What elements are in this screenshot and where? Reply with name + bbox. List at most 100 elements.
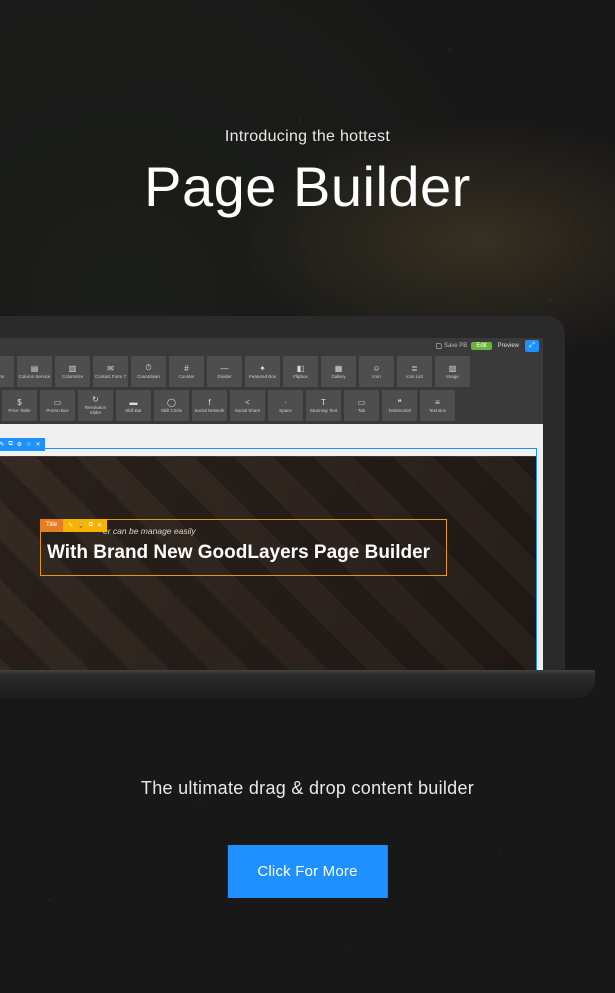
element-label: Stunning Text — [309, 409, 338, 414]
element-space[interactable]: · Space — [268, 390, 303, 421]
subheading: The ultimate drag & drop content builder — [0, 778, 615, 799]
tab-icon: ▭ — [357, 398, 366, 407]
skill-bar-icon: ▬ — [129, 398, 138, 407]
element-label: Gallery — [330, 375, 346, 380]
element-label: Social Network — [193, 409, 225, 414]
element-label: Icon — [371, 375, 382, 380]
element-featured-box[interactable]: ✦Featured Box — [245, 356, 280, 387]
canvas-area: 3/5 ✎ ⧉ ⚙ ☆ ✕ Title ✎ — [0, 424, 543, 674]
expand-icon: ⤢ — [529, 342, 535, 350]
hero-subtitle: Introducing the hottest — [0, 128, 615, 146]
element-label: Icon List — [405, 375, 424, 380]
element-label: Price Table — [7, 409, 31, 414]
element-skill-bar[interactable]: ▬ Skill Bar — [116, 390, 151, 421]
title-tag-actions[interactable]: ✎ 🔒 ⧉ ✕ — [63, 519, 107, 532]
expand-button[interactable]: ⤢ — [525, 340, 539, 352]
element-social-network[interactable]: f Social Network — [192, 390, 227, 421]
social-network-icon: f — [205, 398, 214, 407]
text-box-icon: ≡ — [433, 398, 442, 407]
element-skill-circle[interactable]: ◯Skill Circle — [154, 390, 189, 421]
element-label: Skill Circle — [160, 409, 183, 414]
section-tag-actions[interactable]: ✎ ⧉ ⚙ ☆ ✕ — [0, 438, 45, 451]
element-price-table[interactable]: $Price Table — [2, 390, 37, 421]
close-icon: ✕ — [35, 441, 40, 448]
copy-icon: ⧉ — [8, 441, 12, 448]
element-label: Divider — [216, 375, 232, 380]
settings-icon: ⚙ — [17, 441, 22, 448]
element-icon[interactable]: ☺ Icon — [359, 356, 394, 387]
testimonial-icon: ❝ — [395, 398, 404, 407]
divider-icon: — — [220, 364, 229, 373]
image-icon: ▧ — [448, 364, 457, 373]
element-label: Flipbox — [292, 375, 309, 380]
save-pb-button[interactable]: Save PB — [436, 343, 467, 349]
title-supertext: er can be manage easily — [103, 526, 440, 536]
element-flipbox[interactable]: ◧ Flipbox — [283, 356, 318, 387]
builder-top-toolbar: Save PB Edit Preview ⤢ — [0, 338, 543, 353]
laptop-mockup: Save PB Edit Preview ⤢ □ Column ▤ Column Se… — [0, 316, 565, 736]
element-text-box[interactable]: ≡ Text Box — [420, 390, 455, 421]
element-palette: □ Column ▤ Column Service ▥ Columnize ✉Contact… — [0, 353, 543, 424]
space-icon: · — [281, 398, 290, 407]
lock-icon: 🔒 — [77, 522, 84, 529]
element-contact-form-7[interactable]: ✉Contact Form 7 — [93, 356, 128, 387]
element-revolution-slider[interactable]: ↻ Revolution Slider — [78, 390, 113, 421]
element-label: Featured Box — [248, 375, 277, 380]
element-label: Counter — [177, 375, 195, 380]
title-main-text: With Brand New GoodLayers Page Builder — [47, 542, 440, 565]
title-block[interactable]: Title ✎ 🔒 ⧉ ✕ er can be manage easily Wi… — [40, 519, 447, 576]
save-icon — [436, 343, 442, 349]
icon-icon: ☺ — [372, 364, 381, 373]
edit-icon: ✎ — [68, 522, 73, 529]
element-label: Column Service — [18, 375, 52, 380]
flipbox-icon: ◧ — [296, 364, 305, 373]
element-counter[interactable]: # Counter — [169, 356, 204, 387]
copy-icon: ⧉ — [89, 522, 93, 529]
columnize-icon: ▥ — [68, 364, 77, 373]
star-icon: ☆ — [26, 441, 31, 448]
title-tag-label: Title — [40, 519, 63, 532]
contact-form-7-icon: ✉ — [106, 364, 115, 373]
element-row-1: □ Column ▤ Column Service ▥ Columnize ✉Contact… — [0, 356, 540, 387]
element-tab[interactable]: ▭ Tab — [344, 390, 379, 421]
element-label: Text Box — [428, 409, 447, 414]
element-label: Tab — [357, 409, 366, 414]
column-icon: □ — [0, 364, 1, 373]
element-label: Column — [0, 375, 5, 380]
element-label: Promo Box — [45, 409, 69, 414]
element-label: Revolution Slider — [78, 406, 113, 415]
element-column-service[interactable]: ▤ Column Service — [17, 356, 52, 387]
element-promo-box[interactable]: ▭Promo Box — [40, 390, 75, 421]
countdown-icon: ⏱ — [144, 364, 153, 373]
element-social-share[interactable]: <Social Share — [230, 390, 265, 421]
element-testimonial[interactable]: ❝Testimonial — [382, 390, 417, 421]
section-tag: 3/5 ✎ ⧉ ⚙ ☆ ✕ — [0, 438, 45, 451]
element-column[interactable]: □ Column — [0, 356, 14, 387]
element-label: Image — [445, 375, 460, 380]
element-label: Social Share — [234, 409, 262, 414]
element-image[interactable]: ▧ Image — [435, 356, 470, 387]
element-label: Columnize — [61, 375, 84, 380]
gallery-icon: ▦ — [334, 364, 343, 373]
edit-button[interactable]: Edit — [471, 342, 491, 350]
hero-card: Title ✎ 🔒 ⧉ ✕ er can be manage easily Wi… — [0, 456, 537, 674]
icon-list-icon: ≣ — [410, 364, 419, 373]
element-icon-list[interactable]: ≣ Icon List — [397, 356, 432, 387]
element-stunning-text[interactable]: TStunning Text — [306, 390, 341, 421]
save-pb-label: Save PB — [444, 343, 467, 349]
element-row-2: r$Price Table▭Promo Box↻Revolution Slide… — [0, 390, 540, 421]
edit-icon: ✎ — [0, 441, 4, 448]
element-gallery[interactable]: ▦ Gallery — [321, 356, 356, 387]
element-divider[interactable]: — Divider — [207, 356, 242, 387]
column-service-icon: ▤ — [30, 364, 39, 373]
element-columnize[interactable]: ▥ Columnize — [55, 356, 90, 387]
counter-icon: # — [182, 364, 191, 373]
element-label: Space — [278, 409, 293, 414]
element-countdown[interactable]: ⏱ Countdown — [131, 356, 166, 387]
preview-button[interactable]: Preview — [496, 342, 521, 350]
cta-button[interactable]: Click For More — [227, 845, 387, 898]
revolution-slider-icon: ↻ — [91, 395, 100, 404]
element-label: Countdown — [136, 375, 161, 380]
element-label: Skill Bar — [124, 409, 143, 414]
hero-title: Page Builder — [0, 154, 615, 219]
